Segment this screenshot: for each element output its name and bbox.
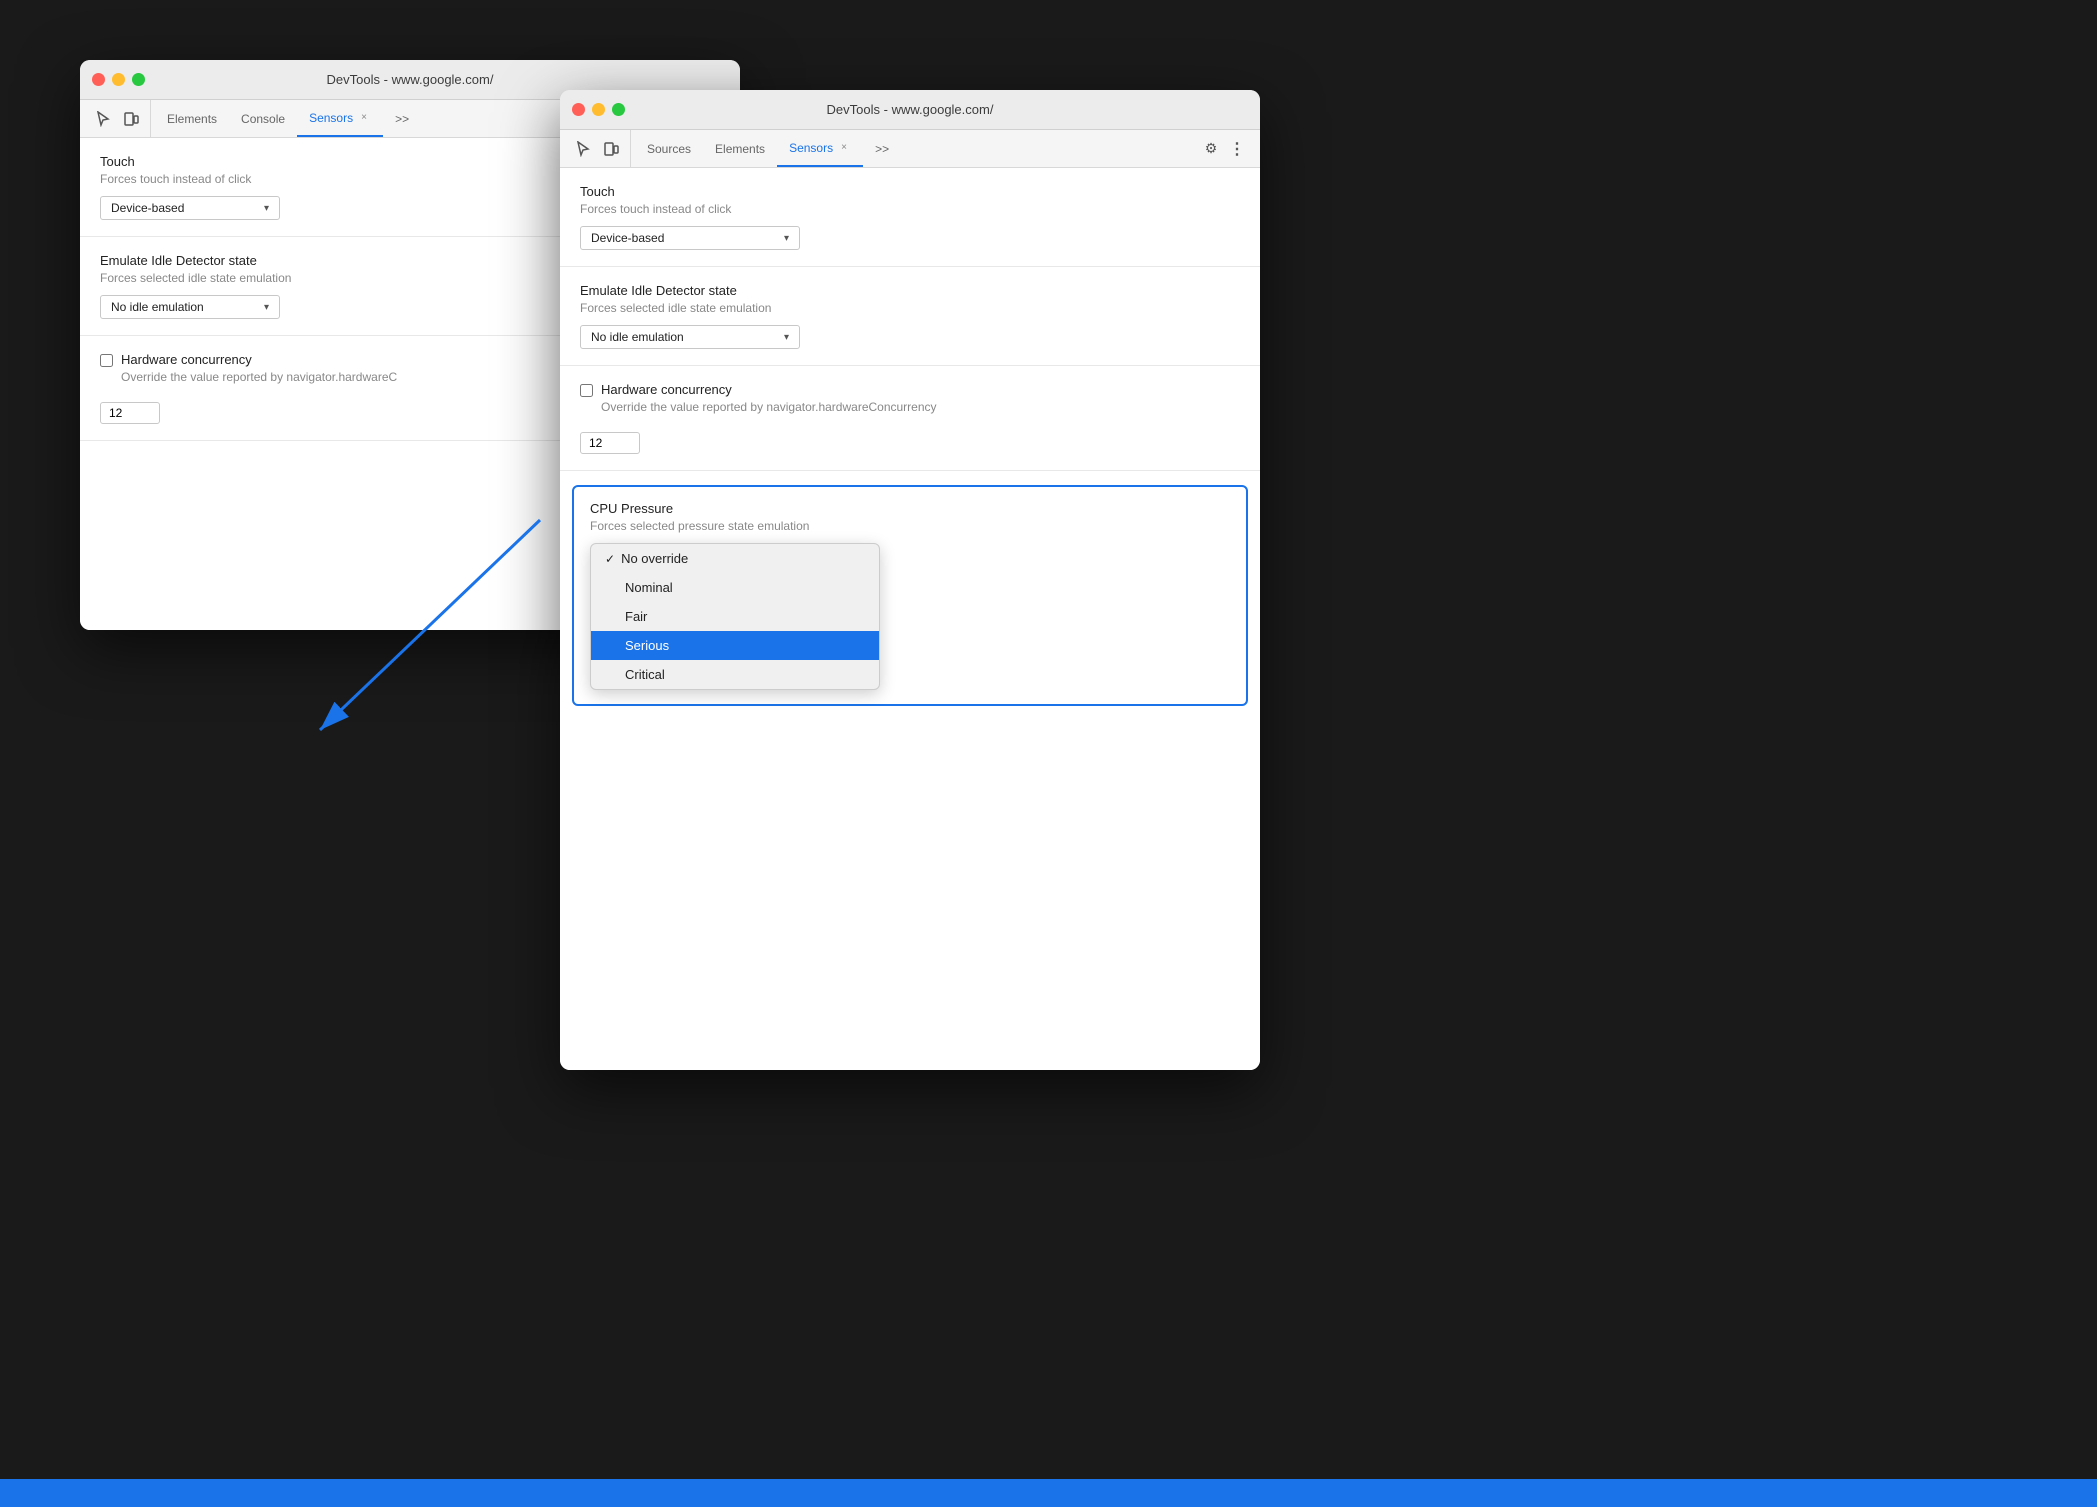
dropdown-item-fair[interactable]: Fair	[591, 602, 879, 631]
maximize-button-1[interactable]	[132, 73, 145, 86]
devtools-window-2: DevTools - www.google.com/ Sources Eleme…	[560, 90, 1260, 1070]
idle-select-arrow-1: ▾	[264, 302, 269, 313]
close-button-2[interactable]	[572, 103, 585, 116]
hardware-checkbox-2[interactable]	[580, 384, 593, 397]
idle-select-2[interactable]: No idle emulation ▾	[580, 325, 800, 349]
titlebar-2: DevTools - www.google.com/	[560, 90, 1260, 130]
touch-select-1[interactable]: Device-based ▾	[100, 196, 280, 220]
cursor-icon-2[interactable]	[572, 138, 594, 160]
traffic-lights-1	[92, 73, 145, 86]
tab-bar-right-2: ⚙ ⋮	[1192, 130, 1256, 167]
cpu-dropdown-menu[interactable]: ✓ No override Nominal Fair Serious	[590, 543, 880, 690]
minimize-button-1[interactable]	[112, 73, 125, 86]
tab-elements-1[interactable]: Elements	[155, 100, 229, 137]
touch-title-2: Touch	[580, 184, 1240, 199]
content-area-2: Touch Forces touch instead of click Devi…	[560, 168, 1260, 1070]
idle-desc-2: Forces selected idle state emulation	[580, 301, 1240, 315]
tab-elements-2[interactable]: Elements	[703, 130, 777, 167]
hardware-desc-2: Override the value reported by navigator…	[601, 400, 937, 414]
touch-select-arrow-1: ▾	[264, 203, 269, 214]
dropdown-item-serious[interactable]: Serious	[591, 631, 879, 660]
window-title-1: DevTools - www.google.com/	[327, 72, 494, 87]
tab-more-2[interactable]: >>	[863, 130, 901, 167]
cpu-pressure-wrapper: CPU Pressure Forces selected pressure st…	[560, 471, 1260, 706]
cpu-pressure-box: CPU Pressure Forces selected pressure st…	[572, 485, 1248, 706]
device-icon-2[interactable]	[600, 138, 622, 160]
minimize-button-2[interactable]	[592, 103, 605, 116]
close-button-1[interactable]	[92, 73, 105, 86]
blue-bar	[0, 1479, 2097, 1507]
tab-sources-2[interactable]: Sources	[635, 130, 703, 167]
hardware-desc-1: Override the value reported by navigator…	[121, 370, 397, 384]
cursor-icon-1[interactable]	[92, 108, 114, 130]
touch-select-2[interactable]: Device-based ▾	[580, 226, 800, 250]
traffic-lights-2	[572, 103, 625, 116]
window-title-2: DevTools - www.google.com/	[827, 102, 994, 117]
cpu-desc: Forces selected pressure state emulation	[590, 519, 1230, 533]
touch-select-arrow-2: ▾	[784, 233, 789, 244]
tab-close-1[interactable]: ×	[357, 111, 371, 125]
idle-section-2: Emulate Idle Detector state Forces selec…	[560, 267, 1260, 366]
tab-sensors-2[interactable]: Sensors ×	[777, 130, 863, 167]
dropdown-item-nominal[interactable]: Nominal	[591, 573, 879, 602]
hardware-title-2: Hardware concurrency	[601, 382, 937, 397]
tab-bar-icons-2	[564, 130, 631, 167]
idle-select-arrow-2: ▾	[784, 332, 789, 343]
hardware-title-1: Hardware concurrency	[121, 352, 397, 367]
cpu-title: CPU Pressure	[590, 501, 1230, 516]
hardware-section-2: Hardware concurrency Override the value …	[560, 366, 1260, 471]
hardware-input-2[interactable]	[580, 432, 640, 454]
more-icon-2[interactable]: ⋮	[1226, 138, 1248, 160]
device-icon-1[interactable]	[120, 108, 142, 130]
hardware-input-1[interactable]	[100, 402, 160, 424]
tab-bar-icons-1	[84, 100, 151, 137]
dropdown-item-no-override[interactable]: ✓ No override	[591, 544, 879, 573]
hardware-checkbox-1[interactable]	[100, 354, 113, 367]
check-no-override: ✓	[605, 552, 615, 566]
tab-close-2[interactable]: ×	[837, 141, 851, 155]
touch-desc-2: Forces touch instead of click	[580, 202, 1240, 216]
maximize-button-2[interactable]	[612, 103, 625, 116]
hardware-row-2: Hardware concurrency Override the value …	[580, 382, 1240, 424]
touch-section-2: Touch Forces touch instead of click Devi…	[560, 168, 1260, 267]
tab-bar-2: Sources Elements Sensors × >> ⚙ ⋮	[560, 130, 1260, 168]
tab-console-1[interactable]: Console	[229, 100, 297, 137]
settings-icon-2[interactable]: ⚙	[1200, 138, 1222, 160]
dropdown-item-critical[interactable]: Critical	[591, 660, 879, 689]
tab-more-1[interactable]: >>	[383, 100, 421, 137]
idle-title-2: Emulate Idle Detector state	[580, 283, 1240, 298]
idle-select-1[interactable]: No idle emulation ▾	[100, 295, 280, 319]
tab-sensors-1[interactable]: Sensors ×	[297, 100, 383, 137]
